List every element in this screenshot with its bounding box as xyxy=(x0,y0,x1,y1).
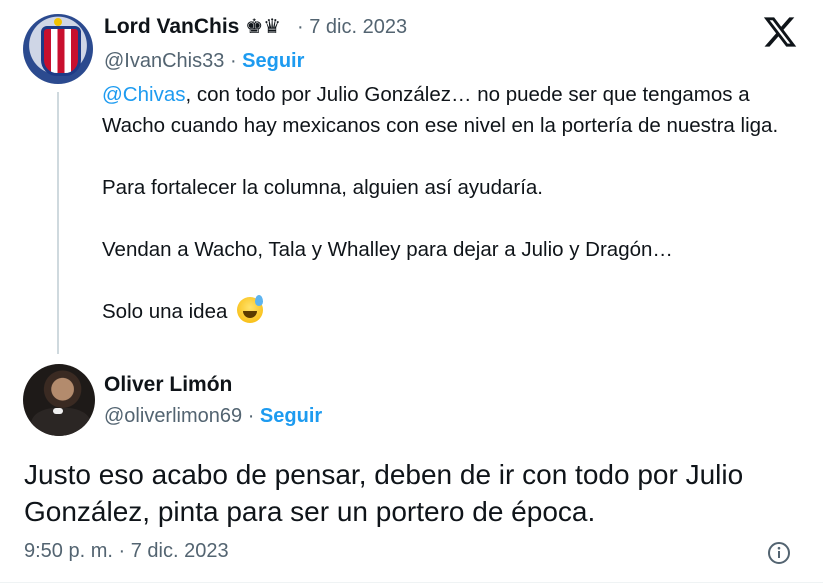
display-name[interactable]: Lord VanChis xyxy=(104,15,239,38)
tweet-paragraph: Para fortalecer la columna, alguien así … xyxy=(102,176,544,199)
tweet-timestamp[interactable]: 9:50 p. m. · 7 dic. 2023 xyxy=(24,540,229,563)
avatar[interactable] xyxy=(23,364,95,436)
mention-link[interactable]: @Chivas xyxy=(102,83,185,106)
separator: · xyxy=(247,405,260,427)
tweet-paragraph: Vendan a Wacho, Tala y Whalley para deja… xyxy=(102,238,673,261)
separator: · xyxy=(297,16,304,38)
tweet-text: Justo eso acabo de pensar, deben de ir c… xyxy=(24,459,744,527)
author-handle[interactable]: @IvanChis33 xyxy=(104,50,224,72)
name-emoji-icon: ♚♛ xyxy=(245,16,282,38)
tweet-paragraph: @Chivas, con todo por Julio González… no… xyxy=(102,79,802,141)
follow-button[interactable]: Seguir xyxy=(242,50,304,72)
author-name[interactable]: Lord VanChis ♚♛ xyxy=(104,14,281,39)
chivas-crest-icon xyxy=(41,26,81,76)
tweet-text: @Chivas, con todo por Julio González… no… xyxy=(102,79,802,327)
follow-button[interactable]: Seguir xyxy=(260,405,322,427)
paragraph-text: , con todo por Julio González… no puede … xyxy=(102,83,779,137)
handle-row: @oliverlimon69 · Seguir xyxy=(104,405,322,428)
x-logo-icon[interactable] xyxy=(762,14,798,50)
tweet-date[interactable]: · 7 dic. 2023 xyxy=(297,16,407,39)
tweet-paragraph: Solo una idea xyxy=(102,295,802,327)
star-icon xyxy=(54,18,62,26)
avatar[interactable] xyxy=(23,14,93,84)
handle-row: @IvanChis33 · Seguir xyxy=(104,50,304,73)
thread-line xyxy=(57,92,59,354)
separator: · xyxy=(229,50,243,72)
divider xyxy=(0,582,823,583)
paragraph-text: Solo una idea xyxy=(102,300,228,323)
tweet-embed-card: Lord VanChis ♚♛ · 7 dic. 2023 @IvanChis3… xyxy=(0,0,823,585)
grinning-face-with-sweat-icon xyxy=(237,295,264,323)
author-name[interactable]: Oliver Limón xyxy=(104,373,232,397)
date-text[interactable]: 7 dic. 2023 xyxy=(309,16,407,38)
info-icon[interactable] xyxy=(767,541,791,565)
author-handle[interactable]: @oliverlimon69 xyxy=(104,405,242,427)
avatar-detail xyxy=(53,408,63,414)
